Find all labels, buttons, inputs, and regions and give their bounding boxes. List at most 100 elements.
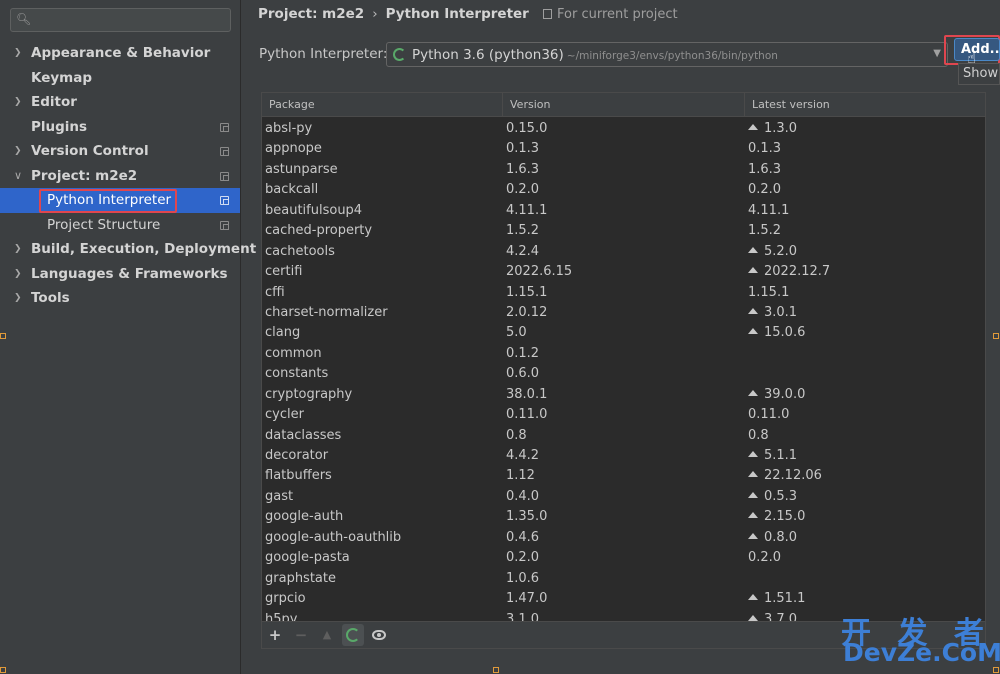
upgrade-arrow-icon[interactable] (748, 267, 758, 274)
package-version: 4.4.2 (506, 448, 540, 463)
sidebar-item-tools[interactable]: ❯ Tools (0, 286, 240, 311)
eye-icon[interactable] (368, 624, 390, 646)
latest-version-value: 0.2.0 (748, 182, 782, 198)
package-version: 1.0.6 (506, 570, 540, 586)
sidebar-item-build-execution-deployment[interactable]: ❯ Build, Execution, Deployment (0, 237, 256, 262)
package-version: 5.0 (506, 325, 527, 341)
plus-icon[interactable]: + (264, 624, 286, 646)
table-row[interactable]: charset-normalizer 2.0.12 3.0.1 (262, 303, 985, 323)
upgrade-arrow-icon[interactable] (748, 246, 758, 253)
upgrade-arrow-icon[interactable] (748, 451, 758, 457)
table-row[interactable]: common 0.1.2 (262, 344, 985, 364)
latest-version-value: 0.2.0 (748, 550, 782, 566)
column-header-version[interactable]: Version (502, 93, 744, 117)
package-name: cffi (265, 284, 285, 300)
upgrade-icon[interactable]: ▲ (316, 624, 338, 646)
chevron-right-icon[interactable]: ❯ (14, 262, 26, 287)
sidebar-item-label: Keymap (31, 69, 93, 86)
sidebar-item-version-control[interactable]: ❯ Version Control (0, 139, 240, 164)
package-latest: 0.2.0 (748, 180, 781, 200)
packages-table: Package Version Latest version absl-py 0.… (261, 92, 986, 622)
breadcrumb-project[interactable]: Project: m2e2 (258, 6, 364, 22)
minus-icon[interactable]: − (290, 624, 312, 646)
package-name: flatbuffers (265, 468, 332, 484)
table-row[interactable]: decorator 4.4.2 5.1.1 (262, 446, 985, 466)
table-row[interactable]: google-auth 1.35.0 2.15.0 (262, 507, 985, 527)
table-row[interactable]: beautifulsoup4 4.11.1 4.11.1 (262, 201, 985, 221)
column-header-latest[interactable]: Latest version (744, 93, 985, 117)
upgrade-arrow-icon[interactable] (748, 471, 758, 478)
upgrade-arrow-icon[interactable] (748, 389, 758, 396)
sidebar-item-keymap[interactable]: Keymap (0, 66, 240, 91)
package-name: grpcio (265, 591, 306, 607)
resize-handle-right (993, 333, 999, 339)
latest-version-value: 0.5.3 (764, 488, 798, 504)
refresh-icon[interactable] (342, 624, 364, 646)
latest-version-value: 2022.12.7 (764, 264, 831, 280)
search-input[interactable] (37, 11, 227, 29)
sidebar-item-project-structure[interactable]: Project Structure (0, 213, 240, 238)
interpreter-name: Python 3.6 (python36) (412, 47, 564, 63)
upgrade-arrow-icon[interactable] (748, 328, 758, 335)
latest-version-value: 15.0.6 (764, 325, 806, 341)
dropdown-arrow-icon[interactable]: ▼ (933, 48, 941, 59)
latest-version-value: 1.5.2 (748, 223, 782, 239)
show-all-option[interactable]: Show (958, 63, 1000, 85)
sidebar-item-label: Build, Execution, Deployment (31, 241, 257, 257)
table-row[interactable]: astunparse 1.6.3 1.6.3 (262, 160, 985, 180)
chevron-right-icon[interactable]: ❯ (14, 41, 26, 66)
table-row[interactable]: absl-py 0.15.0 1.3.0 (262, 119, 985, 139)
package-name: gast (265, 488, 294, 504)
sidebar-item-plugins[interactable]: Plugins (0, 115, 240, 140)
chevron-right-icon[interactable]: ❯ (14, 237, 26, 262)
column-header-package[interactable]: Package (262, 93, 502, 117)
sidebar-item-appearance-behavior[interactable]: ❯ Appearance & Behavior (0, 41, 240, 66)
chevron-right-icon[interactable]: ❯ (14, 139, 26, 164)
latest-version-value: 0.8 (748, 427, 769, 443)
upgrade-arrow-icon[interactable] (748, 124, 758, 130)
chevron-right-icon[interactable]: ❯ (14, 286, 26, 311)
table-row[interactable]: google-auth-oauthlib 0.4.6 0.8.0 (262, 528, 985, 548)
sidebar-item-languages-frameworks[interactable]: ❯ Languages & Frameworks (0, 262, 240, 287)
table-row[interactable]: cryptography 38.0.1 39.0.0 (262, 385, 985, 405)
package-latest: 22.12.06 (748, 466, 822, 486)
upgrade-arrow-icon[interactable] (748, 491, 758, 498)
sidebar-item-editor[interactable]: ❯ Editor (0, 90, 240, 115)
table-row[interactable]: flatbuffers 1.12 22.12.06 (262, 466, 985, 486)
table-row[interactable]: cached-property 1.5.2 1.5.2 (262, 221, 985, 241)
table-row[interactable]: clang 5.0 15.0.6 (262, 323, 985, 343)
table-row[interactable]: cycler 0.11.0 0.11.0 (262, 405, 985, 425)
package-version: 1.47.0 (506, 591, 548, 607)
resize-handle-left (0, 333, 6, 339)
table-row[interactable]: backcall 0.2.0 0.2.0 (262, 180, 985, 200)
table-row[interactable]: cachetools 4.2.4 5.2.0 (262, 242, 985, 262)
main-panel: Project: m2e2 › Python Interpreter For cur… (242, 0, 1000, 674)
table-row[interactable]: google-pasta 0.2.0 0.2.0 (262, 548, 985, 568)
latest-version-value: 0.11.0 (748, 407, 790, 423)
table-row[interactable]: cffi 1.15.1 1.15.1 (262, 283, 985, 303)
settings-tree: ❯ Appearance & Behavior Keymap ❯ Editor Plugi… (0, 41, 256, 311)
upgrade-arrow-icon[interactable] (748, 614, 758, 621)
upgrade-arrow-icon[interactable] (748, 594, 758, 601)
chevron-right-icon[interactable]: ❯ (14, 90, 26, 115)
upgrade-arrow-icon[interactable] (748, 532, 758, 539)
package-name: backcall (265, 182, 319, 198)
sidebar-item-project-m2e2[interactable]: ∨ Project: m2e2 (0, 164, 240, 189)
settings-search[interactable]: 🔍︎ (10, 8, 231, 32)
upgrade-arrow-icon[interactable] (748, 512, 758, 519)
sidebar-item-python-interpreter[interactable]: Python Interpreter (0, 188, 240, 213)
package-latest: 2.15.0 (748, 507, 805, 527)
table-row[interactable]: gast 0.4.0 0.5.3 (262, 487, 985, 507)
table-row[interactable]: grpcio 1.47.0 1.51.1 (262, 589, 985, 609)
table-row[interactable]: graphstate 1.0.6 (262, 569, 985, 589)
table-row[interactable]: dataclasses 0.8 0.8 (262, 426, 985, 446)
upgrade-arrow-icon[interactable] (748, 307, 758, 314)
interpreter-dropdown[interactable]: Python 3.6 (python36) ~/miniforge3/envs/p… (386, 42, 948, 67)
package-version: 0.11.0 (506, 407, 548, 423)
table-row[interactable]: constants 0.6.0 (262, 364, 985, 384)
chevron-down-icon[interactable]: ∨ (14, 164, 26, 189)
table-row[interactable]: appnope 0.1.3 0.1.3 (262, 139, 985, 159)
sidebar-item-label: Plugins (31, 118, 88, 135)
latest-version-value: 39.0.0 (764, 386, 806, 402)
table-row[interactable]: certifi 2022.6.15 2022.12.7 (262, 262, 985, 282)
